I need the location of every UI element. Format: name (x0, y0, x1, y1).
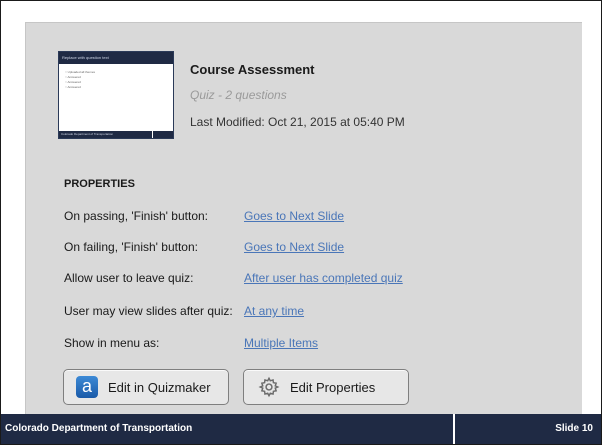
prop-link-menu[interactable]: Multiple Items (244, 336, 318, 350)
edit-properties-label: Edit Properties (290, 379, 376, 395)
last-modified: Last Modified: Oct 21, 2015 at 05:40 PM (190, 115, 405, 129)
edit-in-quizmaker-label: Edit in Quizmaker (108, 379, 211, 395)
prop-label-menu: Show in menu as: (64, 336, 160, 350)
quizmaker-icon: a (76, 376, 98, 398)
footer-organization: Colorado Department of Transportation (5, 423, 193, 434)
thumbnail-option: Answered (65, 75, 80, 79)
quiz-subtitle: Quiz - 2 questions (190, 88, 287, 102)
prop-link-leave-quiz[interactable]: After user has completed quiz (244, 271, 403, 285)
edit-in-quizmaker-button[interactable]: a Edit in Quizmaker (63, 369, 229, 405)
thumbnail-option: Answered (65, 85, 80, 89)
thumbnail-footer: Colorado Department of Transportation (59, 131, 173, 138)
prop-link-failing[interactable]: Goes to Next Slide (244, 240, 344, 254)
thumbnail-header: Replace with question text (59, 52, 173, 64)
slide-footer: Colorado Department of Transportation Sl… (1, 414, 601, 444)
prop-link-passing[interactable]: Goes to Next Slide (244, 209, 344, 223)
quiz-panel: Replace with question text Uploaded all … (25, 22, 582, 415)
footer-divider (453, 414, 455, 444)
slide-number: Slide 10 (555, 423, 593, 434)
slide: Replace with question text Uploaded all … (0, 0, 602, 445)
prop-label-view-slides: User may view slides after quiz: (64, 304, 233, 318)
prop-link-view-slides[interactable]: At any time (244, 304, 304, 318)
properties-heading: PROPERTIES (64, 178, 135, 190)
thumbnail-footer-divider (152, 131, 153, 138)
edit-properties-button[interactable]: Edit Properties (243, 369, 409, 405)
thumbnail-option: Uploaded all themes (65, 70, 95, 74)
thumbnail-option: Answered (65, 80, 80, 84)
prop-label-passing: On passing, 'Finish' button: (64, 209, 208, 223)
course-title: Course Assessment (190, 62, 315, 77)
gear-icon (258, 376, 280, 398)
quiz-thumbnail[interactable]: Replace with question text Uploaded all … (58, 51, 174, 139)
prop-label-leave-quiz: Allow user to leave quiz: (64, 271, 194, 285)
prop-label-failing: On failing, 'Finish' button: (64, 240, 198, 254)
